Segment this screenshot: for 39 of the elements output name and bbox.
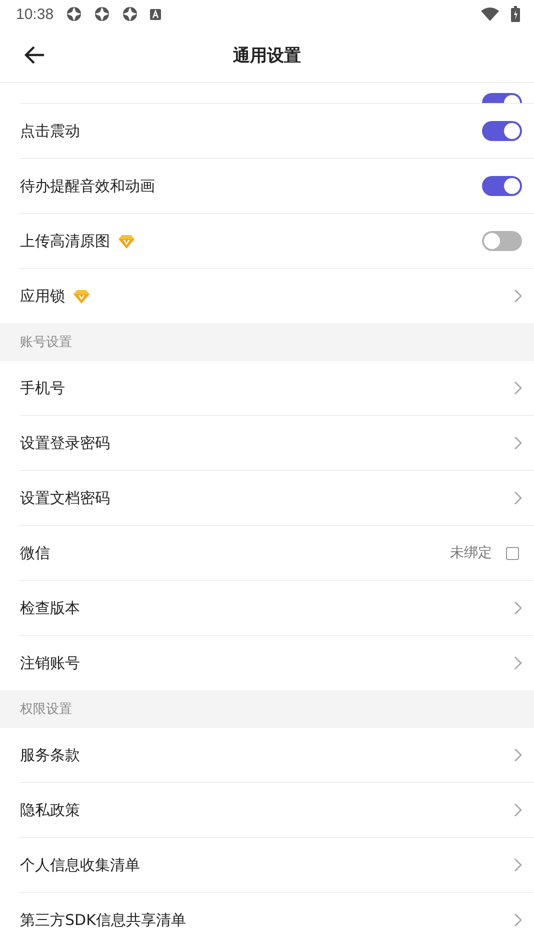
section-header: 账号设置 (20, 334, 72, 351)
setting-label[interactable]: 检查版本 (20, 598, 80, 618)
setting-label[interactable]: 应用锁 (20, 286, 65, 306)
setting-label[interactable]: 微信 (20, 544, 50, 562)
app-notification-icon (122, 6, 138, 22)
chevron-icon (514, 803, 522, 817)
setting-label[interactable]: 待办提醒音效和动画 (20, 176, 155, 196)
chevron-icon (514, 858, 522, 872)
setting-label[interactable]: 上传高清原图 (20, 232, 110, 250)
setting-label[interactable]: 服务条款 (20, 746, 80, 764)
chevron-icon (514, 601, 522, 615)
toggle-switch[interactable] (482, 231, 522, 251)
setting-label[interactable]: 个人信息收集清单 (20, 856, 140, 874)
toggle-switch[interactable] (482, 176, 522, 196)
chevron-icon (514, 656, 522, 670)
setting-label[interactable]: 注销账号 (20, 654, 80, 672)
app-notification-icon (94, 6, 110, 22)
setting-label[interactable]: 设置文档密码 (20, 488, 110, 508)
chevron-icon (514, 491, 522, 505)
binding-status: 未绑定 (450, 544, 492, 562)
chevron-icon (514, 748, 522, 762)
setting-label[interactable]: 点击震动 (20, 122, 80, 140)
notification-icon (150, 8, 161, 20)
status-time: 10:38 (16, 6, 54, 22)
chevron-icon (514, 381, 522, 395)
section-header: 权限设置 (20, 701, 72, 718)
checkbox[interactable] (506, 546, 519, 560)
app-notification-icon (66, 6, 82, 22)
page-title: 通用设置 (233, 46, 301, 66)
chevron-icon (514, 289, 522, 303)
setting-label[interactable]: 手机号 (20, 378, 65, 398)
setting-label[interactable]: 设置登录密码 (20, 434, 110, 452)
chevron-icon (514, 913, 522, 927)
setting-label[interactable]: 第三方SDK信息共享清单 (20, 910, 186, 930)
battery-icon (511, 6, 520, 22)
wifi-icon (481, 7, 499, 21)
toggle-switch[interactable] (482, 121, 522, 141)
chevron-icon (514, 436, 522, 450)
setting-label[interactable]: 隐私政策 (20, 800, 80, 820)
